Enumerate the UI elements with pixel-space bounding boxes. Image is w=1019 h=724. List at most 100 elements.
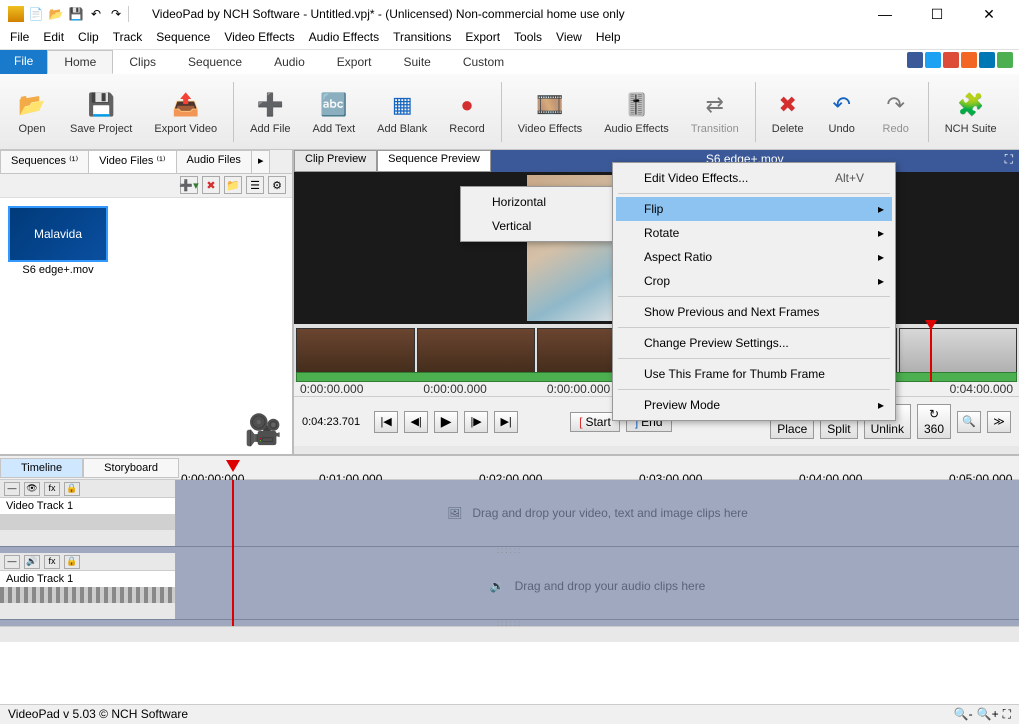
menu-sequence[interactable]: Sequence xyxy=(156,30,210,47)
fx-icon[interactable]: fx xyxy=(44,555,60,569)
timeline-playhead[interactable] xyxy=(232,480,234,626)
more-button[interactable]: ≫ xyxy=(987,411,1011,433)
tab-suite[interactable]: Suite xyxy=(387,50,446,74)
bin-folder-icon[interactable]: 📁 xyxy=(224,176,242,194)
lock-icon[interactable]: 🔒 xyxy=(64,555,80,569)
bin-delete-icon[interactable]: ✖ xyxy=(202,176,220,194)
open-icon[interactable]: 📂 xyxy=(48,6,64,22)
menu-edit-video-effects[interactable]: Edit Video Effects...Alt+V xyxy=(616,166,892,190)
menu-flip-horizontal[interactable]: Horizontal xyxy=(464,190,610,214)
add-text-button[interactable]: 🔤Add Text xyxy=(303,87,366,137)
add-file-button[interactable]: ➕Add File xyxy=(240,87,300,137)
tab-sequence[interactable]: Sequence xyxy=(172,50,258,74)
audio-track-body[interactable]: 🔉 Drag and drop your audio clips here xyxy=(176,553,1019,619)
bin-tab-audio-files[interactable]: Audio Files xyxy=(176,150,252,173)
menu-preview-settings[interactable]: Change Preview Settings... xyxy=(616,331,892,355)
tab-timeline[interactable]: Timeline xyxy=(0,458,83,478)
linkedin-icon[interactable] xyxy=(979,52,995,68)
goto-end-button[interactable]: ▶| xyxy=(494,411,518,433)
goto-start-button[interactable]: |◀ xyxy=(374,411,398,433)
record-button[interactable]: ●Record xyxy=(439,87,494,137)
add-blank-button[interactable]: ▦Add Blank xyxy=(367,87,437,137)
menu-clip[interactable]: Clip xyxy=(78,30,99,47)
step-back-button[interactable]: ◀| xyxy=(404,411,428,433)
delete-button[interactable]: ✖Delete xyxy=(762,87,814,137)
bin-options-icon[interactable]: ⚙ xyxy=(268,176,286,194)
preview-expand-icon[interactable]: ⛶ xyxy=(999,150,1019,172)
menu-preview-mode[interactable]: Preview Mode▸ xyxy=(616,393,892,417)
audio-effects-button[interactable]: 🎚️Audio Effects xyxy=(594,87,679,137)
menu-thumb-frame[interactable]: Use This Frame for Thumb Frame xyxy=(616,362,892,386)
help-icon[interactable] xyxy=(997,52,1013,68)
save-project-button[interactable]: 💾Save Project xyxy=(60,87,142,137)
360-button[interactable]: ↻360 xyxy=(917,404,951,439)
bin-tab-more[interactable]: ▸ xyxy=(251,150,271,173)
maximize-button[interactable]: ☐ xyxy=(923,6,951,23)
lock-icon[interactable]: 🔒 xyxy=(64,482,80,496)
menu-edit[interactable]: Edit xyxy=(43,30,64,47)
zoom-in-icon[interactable]: 🔍+ xyxy=(977,707,999,722)
menu-flip-vertical[interactable]: Vertical xyxy=(464,214,610,238)
open-button[interactable]: 📂Open xyxy=(6,87,58,137)
track-resize[interactable] xyxy=(0,587,175,603)
video-track-label[interactable]: Video Track 1 xyxy=(0,498,175,514)
collapse-icon[interactable]: — xyxy=(4,555,20,569)
filmstrip-playhead[interactable] xyxy=(930,324,932,382)
track-resize[interactable] xyxy=(0,514,175,530)
minimize-button[interactable]: — xyxy=(871,6,899,23)
fit-icon[interactable]: ⛶ xyxy=(1003,707,1011,722)
menu-track[interactable]: Track xyxy=(113,30,143,47)
fx-icon[interactable]: fx xyxy=(44,482,60,496)
step-fwd-button[interactable]: |▶ xyxy=(464,411,488,433)
tab-clip-preview[interactable]: Clip Preview xyxy=(294,150,377,172)
close-button[interactable]: ✕ xyxy=(975,6,1003,23)
file-tab[interactable]: File xyxy=(0,50,47,74)
menu-aspect-ratio[interactable]: Aspect Ratio▸ xyxy=(616,245,892,269)
twitter-icon[interactable] xyxy=(925,52,941,68)
clip-thumbnail[interactable]: Malavida S6 edge+.mov xyxy=(8,206,108,276)
zoom-button[interactable]: 🔍 xyxy=(957,411,981,433)
new-icon[interactable]: 📄 xyxy=(28,6,44,22)
save-icon[interactable]: 💾 xyxy=(68,6,84,22)
menu-show-frames[interactable]: Show Previous and Next Frames xyxy=(616,300,892,324)
bin-add-icon[interactable]: ➕▾ xyxy=(180,176,198,194)
tab-home[interactable]: Home xyxy=(47,50,113,74)
speaker-icon[interactable]: 🔊 xyxy=(24,555,40,569)
track-grip[interactable]: :::::: xyxy=(0,620,1019,626)
timeline-scrollbar[interactable] xyxy=(0,626,1019,642)
rss-icon[interactable] xyxy=(961,52,977,68)
tab-audio[interactable]: Audio xyxy=(258,50,321,74)
audio-track-label[interactable]: Audio Track 1 xyxy=(0,571,175,587)
bin-tab-sequences[interactable]: Sequences ⁽¹⁾ xyxy=(0,150,89,173)
menu-view[interactable]: View xyxy=(556,30,582,47)
play-button[interactable]: ▶ xyxy=(434,411,458,433)
tab-sequence-preview[interactable]: Sequence Preview xyxy=(377,150,491,172)
menu-flip[interactable]: Flip▸ xyxy=(616,197,892,221)
nch-suite-button[interactable]: 🧩NCH Suite xyxy=(935,87,1007,137)
bin-body[interactable]: Malavida S6 edge+.mov 🎥 xyxy=(0,198,292,454)
menu-help[interactable]: Help xyxy=(596,30,621,47)
collapse-icon[interactable]: — xyxy=(4,482,20,496)
tab-export[interactable]: Export xyxy=(321,50,388,74)
menu-export[interactable]: Export xyxy=(465,30,500,47)
menu-audio-effects[interactable]: Audio Effects xyxy=(309,30,380,47)
video-effects-button[interactable]: 🎞️Video Effects xyxy=(508,87,592,137)
bin-list-icon[interactable]: ☰ xyxy=(246,176,264,194)
tab-storyboard[interactable]: Storyboard xyxy=(83,458,179,478)
google-plus-icon[interactable] xyxy=(943,52,959,68)
tab-custom[interactable]: Custom xyxy=(447,50,520,74)
menu-crop[interactable]: Crop▸ xyxy=(616,269,892,293)
redo-button[interactable]: ↷Redo xyxy=(870,87,922,137)
video-track-body[interactable]: 🖼 Drag and drop your video, text and ima… xyxy=(176,480,1019,546)
bin-tab-video-files[interactable]: Video Files ⁽¹⁾ xyxy=(88,150,176,173)
menu-tools[interactable]: Tools xyxy=(514,30,542,47)
tab-clips[interactable]: Clips xyxy=(113,50,172,74)
menu-rotate[interactable]: Rotate▸ xyxy=(616,221,892,245)
eye-icon[interactable]: 👁 xyxy=(24,482,40,496)
menu-file[interactable]: File xyxy=(10,30,29,47)
undo-button[interactable]: ↶Undo xyxy=(816,87,868,137)
zoom-out-icon[interactable]: 🔍- xyxy=(954,707,973,722)
redo-icon[interactable]: ↷ xyxy=(108,6,124,22)
menu-video-effects[interactable]: Video Effects xyxy=(224,30,294,47)
undo-icon[interactable]: ↶ xyxy=(88,6,104,22)
